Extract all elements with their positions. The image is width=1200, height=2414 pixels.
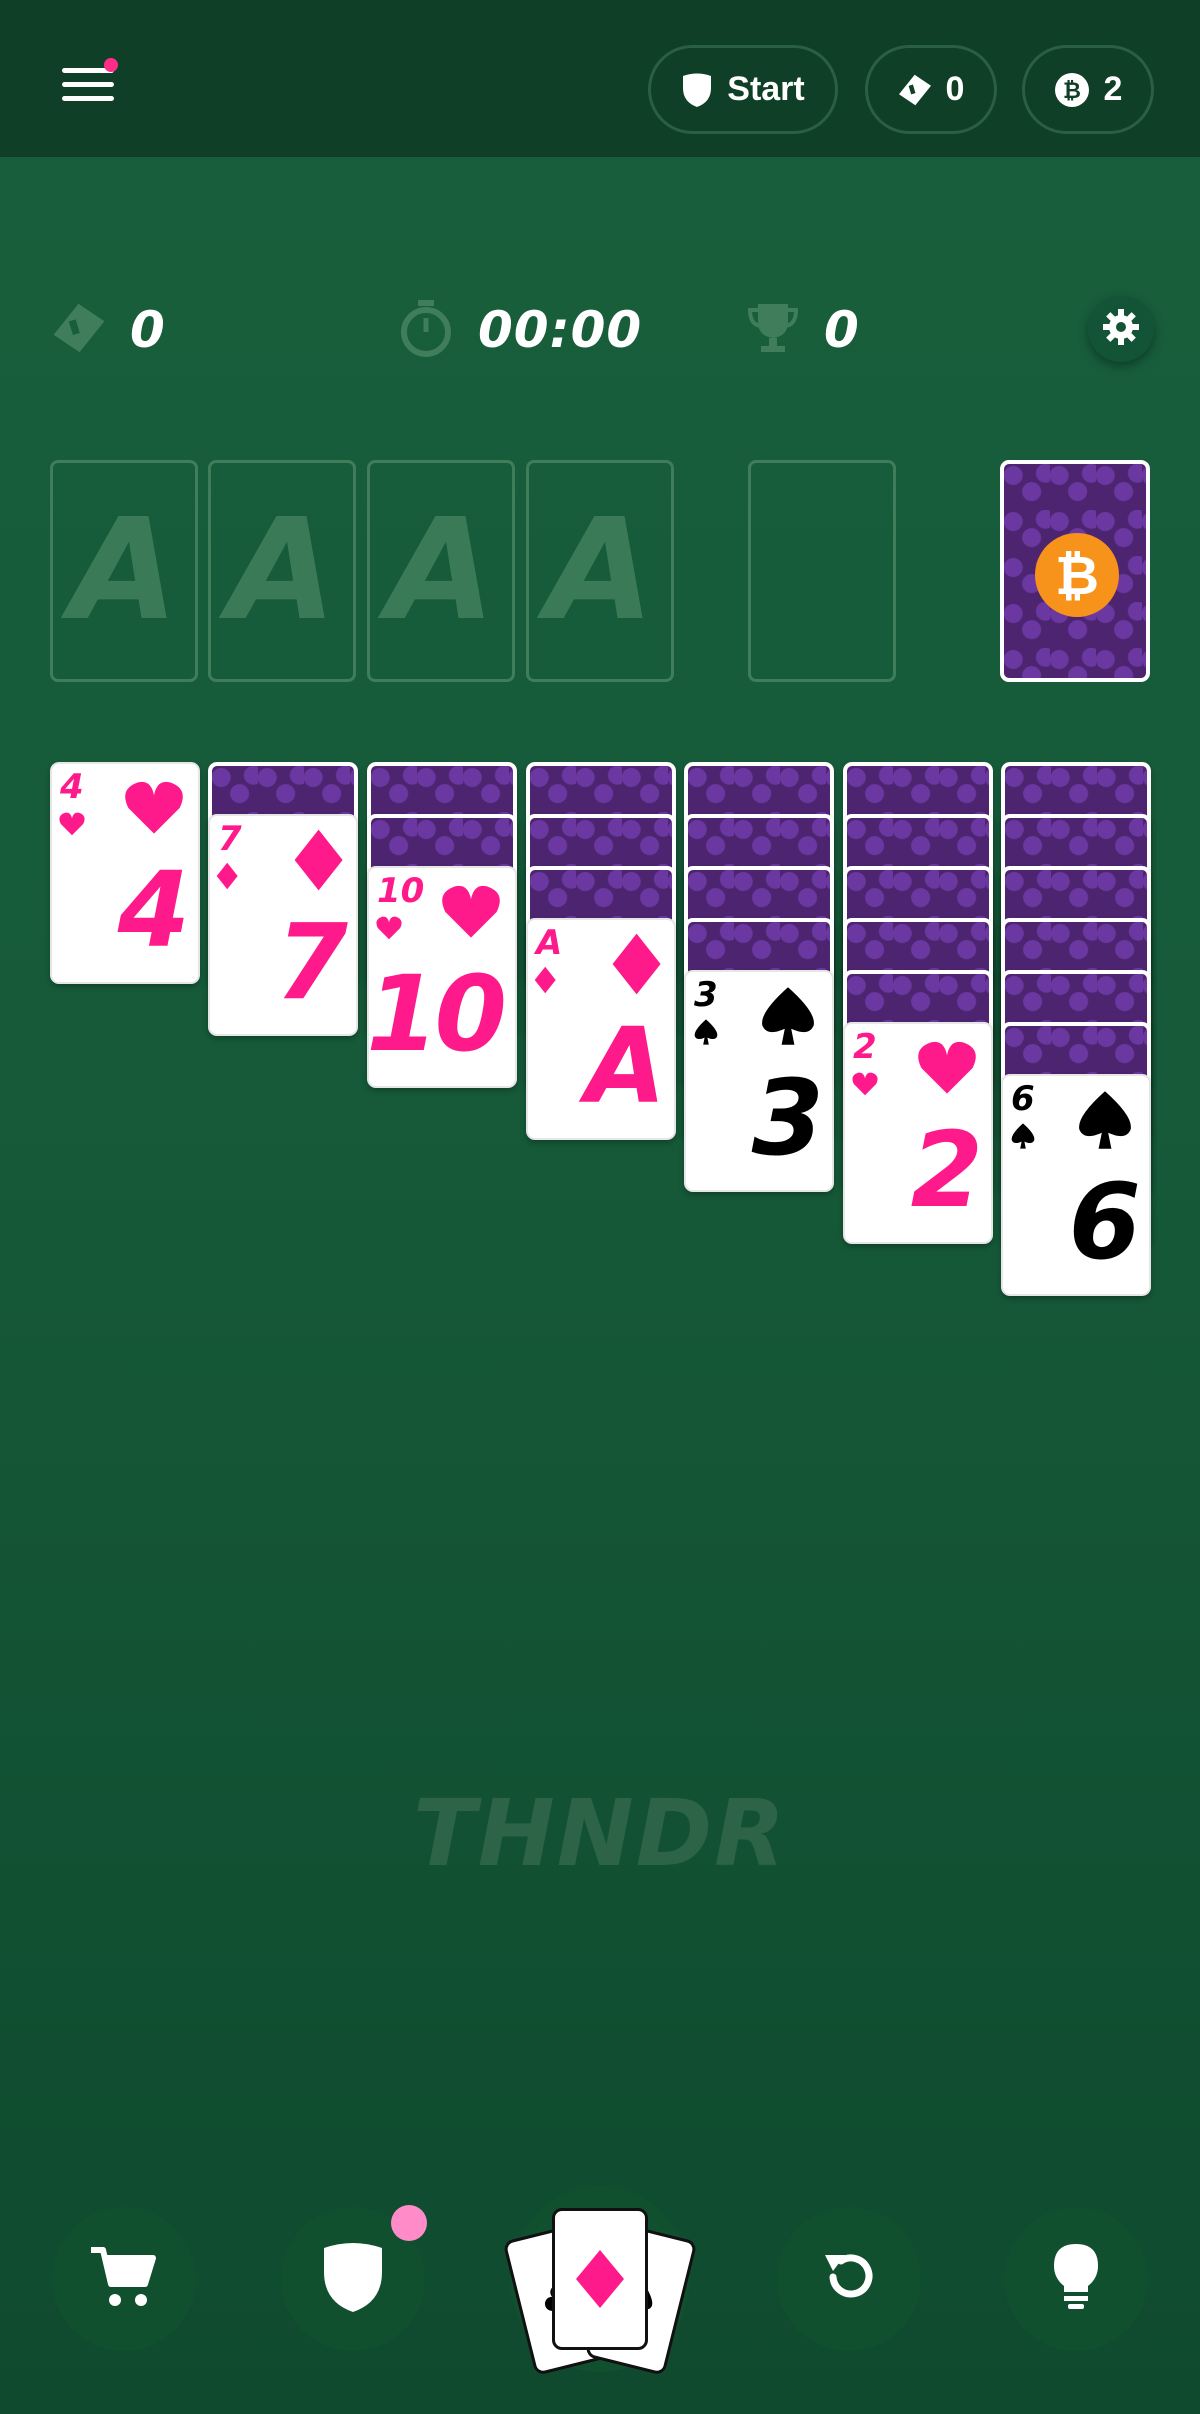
playing-card-4-of-hearts[interactable]: 44 xyxy=(50,762,200,984)
spades-suit-icon xyxy=(692,1018,720,1051)
shield-icon xyxy=(322,2240,384,2319)
spades-suit-icon xyxy=(756,984,820,1053)
tickets-count: 0 xyxy=(945,70,965,108)
diamonds-suit-icon xyxy=(216,862,238,895)
playing-card-6-of-spades[interactable]: 66 xyxy=(1001,1074,1151,1296)
stopwatch-icon xyxy=(398,298,454,363)
settings-button[interactable] xyxy=(1088,296,1154,362)
diamonds-suit-icon xyxy=(293,828,344,897)
foundation-placeholder: A xyxy=(227,489,337,652)
card-rank: 6 xyxy=(1068,1161,1141,1283)
shop-button[interactable] xyxy=(52,2207,196,2351)
foundation-slot-1[interactable]: A xyxy=(50,460,198,682)
diamonds-suit-icon xyxy=(611,932,662,1001)
card-rank: 7 xyxy=(275,901,348,1023)
diamonds-suit-icon xyxy=(534,966,556,999)
undo-icon xyxy=(819,2247,879,2312)
card-rank: A xyxy=(585,1005,666,1127)
playing-card-2-of-hearts[interactable]: 22 xyxy=(843,1022,993,1244)
hearts-suit-icon xyxy=(851,1070,879,1103)
ticket-icon xyxy=(52,301,106,360)
top-bar: Start 0 ₿ 2 xyxy=(0,0,1200,157)
foundation-placeholder: A xyxy=(386,489,496,652)
undo-button[interactable] xyxy=(777,2207,921,2351)
timer-value: 00:00 xyxy=(478,301,643,359)
stats-row: 0 00:00 0 xyxy=(0,290,1200,370)
tickets-button[interactable]: 0 xyxy=(865,45,997,134)
shield-icon xyxy=(681,72,713,108)
challenges-button[interactable] xyxy=(281,2205,427,2351)
trophy-icon xyxy=(746,300,800,361)
card-rank: 4 xyxy=(117,849,190,971)
card-rank-corner: 2 xyxy=(853,1027,877,1067)
menu-notification-dot xyxy=(104,58,118,72)
hearts-suit-icon xyxy=(375,914,403,947)
gear-icon xyxy=(1102,308,1140,351)
foundation-slot-2[interactable]: A xyxy=(208,460,356,682)
thndr-watermark: THNDR xyxy=(413,1780,787,1887)
playing-card-7-of-diamonds[interactable]: 77 xyxy=(208,814,358,1036)
card-rank-corner: 3 xyxy=(694,975,718,1015)
moves-value: 0 xyxy=(130,301,166,359)
score-value: 0 xyxy=(824,301,860,359)
card-rank-corner: 4 xyxy=(60,767,84,807)
card-rank: 10 xyxy=(367,953,507,1075)
score-stat: 0 xyxy=(746,290,860,370)
svg-text:₿: ₿ xyxy=(1063,79,1081,104)
spades-suit-icon xyxy=(1073,1088,1137,1157)
challenges-notification-dot xyxy=(391,2205,427,2241)
card-rank-corner: 10 xyxy=(377,871,425,911)
bitcoin-count: 2 xyxy=(1103,70,1123,108)
card-rank-corner: 7 xyxy=(218,819,242,859)
hamburger-menu-icon[interactable] xyxy=(62,58,118,104)
lightbulb-icon xyxy=(1050,2242,1102,2317)
playing-card-10-of-hearts[interactable]: 10 10 xyxy=(367,866,517,1088)
spades-suit-icon xyxy=(1009,1122,1037,1155)
diamond-card-icon xyxy=(552,2208,648,2350)
bitcoin-balance-button[interactable]: ₿ 2 xyxy=(1022,45,1154,134)
hearts-suit-icon xyxy=(58,810,86,843)
card-rank: 2 xyxy=(910,1109,983,1231)
card-rank: 3 xyxy=(751,1057,824,1179)
timer-stat: 00:00 xyxy=(398,290,642,370)
cart-icon xyxy=(89,2244,159,2315)
hint-button[interactable] xyxy=(1004,2207,1148,2351)
ticket-icon xyxy=(898,73,932,107)
hearts-suit-icon xyxy=(122,776,186,845)
start-label: Start xyxy=(727,70,805,108)
foundation-slot-3[interactable]: A xyxy=(367,460,515,682)
new-game-button[interactable] xyxy=(502,2186,698,2376)
hearts-suit-icon xyxy=(439,880,503,949)
foundation-placeholder: A xyxy=(69,489,179,652)
card-rank-corner: A xyxy=(536,923,563,963)
start-button[interactable]: Start xyxy=(648,45,838,134)
waste-pile[interactable] xyxy=(748,460,896,682)
bitcoin-icon: ₿ xyxy=(1054,72,1090,108)
playing-card-a-of-diamonds[interactable]: AA xyxy=(526,918,676,1140)
card-rank-corner: 6 xyxy=(1011,1079,1035,1119)
moves-stat: 0 xyxy=(52,290,166,370)
stock-pile[interactable]: ₿ xyxy=(1000,460,1150,682)
bitcoin-icon: ₿ xyxy=(1035,533,1119,617)
foundation-placeholder: A xyxy=(545,489,655,652)
playing-card-3-of-spades[interactable]: 33 xyxy=(684,970,834,1192)
hearts-suit-icon xyxy=(915,1036,979,1105)
foundation-slot-4[interactable]: A xyxy=(526,460,674,682)
